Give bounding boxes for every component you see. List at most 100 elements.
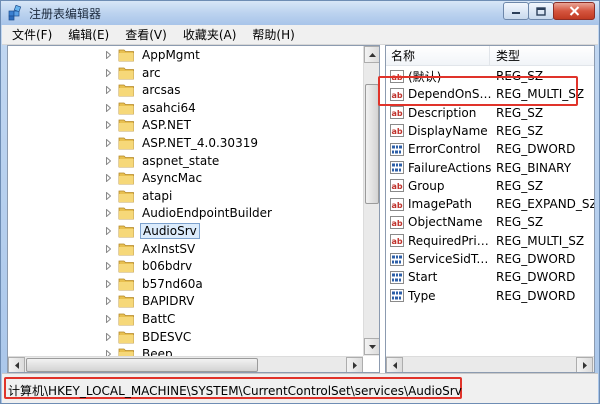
scroll-right-button[interactable] — [346, 357, 363, 372]
value-row[interactable]: ab ObjectName REG_SZ — [386, 213, 594, 231]
value-type: REG_SZ — [496, 105, 544, 120]
tree-item[interactable]: ASP.NET_4.0.30319 — [102, 134, 260, 152]
expand-arrow-icon[interactable] — [104, 121, 112, 130]
tree-item[interactable]: AxInstSV — [102, 240, 197, 258]
tree-item-label: BAPIDRV — [142, 294, 195, 309]
expand-arrow-icon[interactable] — [104, 279, 112, 288]
tree-item[interactable]: BDESVC — [102, 328, 193, 346]
expand-arrow-icon[interactable] — [104, 51, 112, 60]
value-row[interactable]: ab Group REG_SZ — [386, 177, 594, 195]
status-bar: 计算机\HKEY_LOCAL_MACHINE\SYSTEM\CurrentCon… — [2, 373, 598, 403]
menu-view[interactable]: 查看(V) — [117, 26, 175, 43]
folder-icon — [118, 295, 134, 308]
value-name: Start — [408, 270, 438, 285]
binary-value-icon — [390, 252, 404, 266]
folder-icon — [118, 225, 134, 238]
menu-help[interactable]: 帮助(H) — [244, 26, 302, 43]
expand-arrow-icon[interactable] — [104, 262, 112, 271]
value-name: Group — [408, 178, 445, 193]
menu-favorites[interactable]: 收藏夹(A) — [175, 26, 245, 43]
values-scroll-left-button[interactable] — [386, 357, 403, 372]
value-name: ErrorControl — [408, 142, 481, 157]
tree-item[interactable]: arcsas — [102, 81, 182, 99]
value-name: FailureActions — [408, 160, 492, 175]
expand-arrow-icon[interactable] — [104, 332, 112, 341]
folder-icon — [118, 172, 134, 185]
tree-vertical-scrollbar[interactable] — [363, 46, 379, 356]
expand-arrow-icon[interactable] — [104, 139, 112, 148]
tree-item[interactable]: b57nd60a — [102, 275, 205, 293]
tree-item[interactable]: aspnet_state — [102, 152, 221, 170]
close-button[interactable] — [553, 2, 595, 20]
value-row[interactable]: ab DisplayName REG_SZ — [386, 122, 594, 140]
tree-item[interactable]: atapi — [102, 187, 174, 205]
value-type: REG_MULTI_SZ — [496, 233, 585, 248]
tree-item-label: aspnet_state — [142, 153, 220, 168]
value-row[interactable]: ab (默认) REG_SZ — [386, 67, 594, 85]
tree-item[interactable]: ASP.NET — [102, 116, 193, 134]
tree-item-label: atapi — [142, 188, 173, 203]
tree-item[interactable]: BattC — [102, 310, 177, 328]
tree-item[interactable]: BAPIDRV — [102, 292, 196, 310]
tree-horizontal-scrollbar[interactable] — [8, 356, 363, 372]
values-horizontal-scrollbar[interactable] — [386, 356, 594, 372]
value-name: ObjectName — [408, 215, 483, 230]
value-row[interactable]: ab Description REG_SZ — [386, 104, 594, 122]
tree-item[interactable]: AudioEndpointBuilder — [102, 204, 274, 222]
binary-value-icon — [390, 270, 404, 284]
expand-arrow-icon[interactable] — [104, 86, 112, 95]
title-bar[interactable]: 注册表编辑器 — [1, 1, 599, 25]
value-row[interactable]: ErrorControl REG_DWORD — [386, 140, 594, 158]
value-row[interactable]: ServiceSidType REG_DWORD — [386, 250, 594, 268]
expand-arrow-icon[interactable] — [104, 209, 112, 218]
maximize-icon — [536, 6, 546, 16]
value-type: REG_DWORD — [496, 288, 576, 303]
minimize-button[interactable] — [503, 2, 529, 20]
scroll-left-button[interactable] — [8, 357, 25, 372]
svg-text:ab: ab — [391, 91, 402, 100]
folder-icon — [118, 243, 134, 255]
expand-arrow-icon[interactable] — [104, 315, 112, 324]
value-row[interactable]: ab ImagePath REG_EXPAND_SZ — [386, 195, 594, 213]
column-name-header[interactable]: 名称 — [386, 46, 490, 66]
tree-item[interactable]: AppMgmt — [102, 46, 202, 64]
values-pane[interactable]: 名称 类型 ab(默认)REG_SZabDependOnServ...REG_M… — [385, 45, 595, 373]
tree-item-label: AxInstSV — [142, 241, 196, 256]
tree-item[interactable]: arc — [102, 64, 163, 82]
tree-item[interactable]: asahci64 — [102, 99, 198, 117]
tree-vertical-thumb[interactable] — [365, 84, 379, 204]
values-scroll-right-button[interactable] — [576, 357, 593, 372]
value-name: ImagePath — [408, 197, 472, 212]
tree-item-label: arcsas — [142, 83, 181, 98]
string-value-icon: ab — [390, 179, 404, 193]
scroll-up-button[interactable] — [364, 46, 379, 63]
value-row[interactable]: ab DependOnServ...REG_MULTI_SZ — [386, 85, 594, 103]
column-type-header[interactable]: 类型 — [491, 46, 520, 66]
expand-arrow-icon[interactable] — [104, 156, 112, 165]
svg-text:ab: ab — [391, 219, 402, 228]
svg-text:ab: ab — [391, 73, 402, 82]
expand-arrow-icon[interactable] — [104, 297, 112, 306]
folder-icon — [118, 84, 134, 97]
value-row[interactable]: FailureActions REG_BINARY — [386, 159, 594, 177]
folder-icon — [118, 102, 134, 115]
expand-arrow-icon[interactable] — [104, 103, 112, 112]
tree-item-selected[interactable]: AudioSrv — [102, 222, 200, 240]
expand-arrow-icon[interactable] — [104, 227, 112, 236]
tree-item[interactable]: b06bdrv — [102, 257, 194, 275]
expand-arrow-icon[interactable] — [104, 174, 112, 183]
menu-file[interactable]: 文件(F) — [2, 26, 60, 43]
value-row[interactable]: Type REG_DWORD — [386, 287, 594, 305]
maximize-button[interactable] — [528, 2, 554, 20]
expand-arrow-icon[interactable] — [104, 244, 112, 253]
value-row[interactable]: Start REG_DWORD — [386, 268, 594, 286]
value-row[interactable]: ab RequiredPrivile...REG_MULTI_SZ — [386, 232, 594, 250]
scroll-down-button[interactable] — [364, 338, 379, 355]
key-tree-pane[interactable]: AppMgmt arc arcsas asahci64 ASP.NET ASP.NET_4… — [7, 45, 380, 373]
expand-arrow-icon[interactable] — [104, 68, 112, 77]
tree-horizontal-thumb[interactable] — [26, 358, 258, 372]
expand-arrow-icon[interactable] — [104, 191, 112, 200]
folder-icon — [118, 207, 134, 220]
tree-item[interactable]: AsyncMac — [102, 169, 204, 187]
menu-edit[interactable]: 编辑(E) — [60, 26, 117, 43]
